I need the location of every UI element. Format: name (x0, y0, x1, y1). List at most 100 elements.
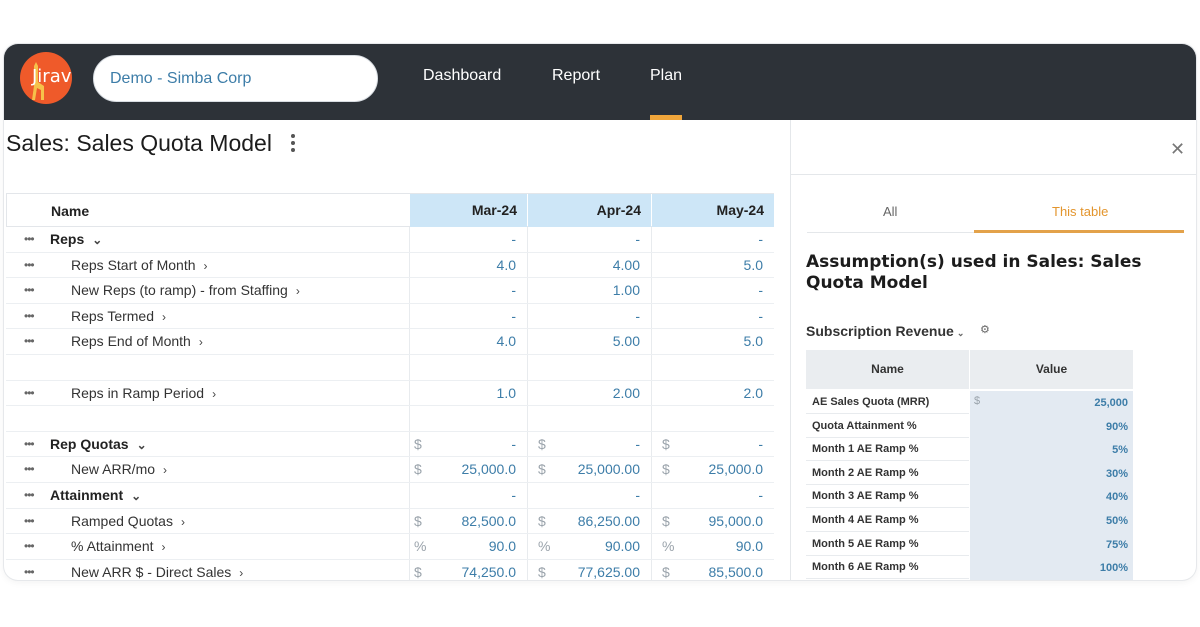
row-label[interactable]: Reps End of Month › (71, 333, 203, 349)
row-label[interactable]: Reps in Ramp Period › (71, 385, 216, 401)
row-menu-icon[interactable]: ••• (24, 514, 35, 528)
chevron-right-icon[interactable]: › (212, 387, 216, 401)
row-menu-icon[interactable]: ••• (24, 488, 35, 502)
row-menu-icon[interactable]: ••• (24, 309, 35, 323)
chevron-right-icon[interactable]: › (163, 463, 167, 477)
nav-plan[interactable]: Plan (650, 67, 682, 85)
chevron-right-icon[interactable]: › (239, 566, 243, 580)
gear-icon[interactable]: ⚙ (980, 323, 990, 336)
value-cell[interactable]: - (409, 231, 516, 247)
chevron-right-icon[interactable]: › (296, 284, 300, 298)
nav-dashboard[interactable]: Dashboard (423, 67, 501, 85)
group-row-label[interactable]: Reps ⌄ (50, 231, 102, 247)
value-cell[interactable]: 77,625.00 (527, 564, 640, 580)
value-cell[interactable]: - (651, 487, 763, 503)
value-cell[interactable]: 4.00 (527, 257, 640, 273)
row-label[interactable]: New Reps (to ramp) - from Staffing › (71, 282, 300, 298)
chevron-right-icon[interactable]: › (162, 540, 166, 554)
value-cell[interactable]: 5.0 (651, 257, 763, 273)
assumption-value[interactable]: 40% (970, 485, 1128, 509)
value-cell[interactable]: 4.0 (409, 257, 516, 273)
value-cell[interactable]: 5.0 (651, 333, 763, 349)
column-header-name[interactable]: Name (51, 203, 89, 219)
value-cell[interactable]: - (527, 231, 640, 247)
more-options-icon[interactable] (288, 134, 298, 154)
assumption-name: AE Sales Quota (MRR) (806, 391, 969, 414)
value-cell[interactable]: - (651, 231, 763, 247)
row-menu-icon[interactable]: ••• (24, 283, 35, 297)
value-cell[interactable]: 90.0 (651, 538, 763, 554)
value-cell[interactable]: - (527, 308, 640, 324)
value-cell[interactable]: 2.0 (651, 385, 763, 401)
row-label[interactable]: Reps Termed › (71, 308, 166, 324)
value-cell[interactable]: 25,000.0 (651, 461, 764, 477)
chevron-right-icon[interactable]: › (204, 259, 208, 273)
row-menu-icon[interactable]: ••• (24, 437, 35, 451)
assumption-name: Month 1 AE Ramp % (806, 438, 969, 462)
assumption-row: Month 6 AE Ramp % 100% (806, 556, 1133, 580)
row-label[interactable]: % Attainment › (71, 538, 166, 554)
chevron-down-icon[interactable]: ⌄ (137, 438, 147, 452)
nav-report[interactable]: Report (552, 67, 600, 85)
value-cell[interactable]: - (527, 487, 640, 503)
chevron-right-icon[interactable]: › (162, 310, 166, 324)
value-cell[interactable]: 95,000.0 (651, 513, 764, 529)
assumption-value[interactable]: 5% (970, 438, 1128, 462)
column-header-apr-24[interactable]: Apr-24 (528, 194, 651, 227)
value-cell[interactable]: 1.0 (409, 385, 516, 401)
value-cell[interactable]: 2.00 (527, 385, 640, 401)
value-cell[interactable]: 90.00 (527, 538, 640, 554)
grid-header-row: Name Mar-24 Apr-24 May-24 (6, 193, 774, 227)
value-cell[interactable]: 90.0 (409, 538, 516, 554)
value-cell[interactable]: 1.00 (527, 282, 640, 298)
row-label[interactable]: Ramped Quotas › (71, 513, 185, 529)
row-menu-icon[interactable]: ••• (24, 565, 35, 579)
value-cell[interactable]: 74,250.0 (409, 564, 517, 580)
assumption-value[interactable]: 100% (970, 556, 1128, 580)
value-cell[interactable]: 4.0 (409, 333, 516, 349)
value-cell[interactable]: - (651, 282, 763, 298)
group-row-label[interactable]: Attainment ⌄ (50, 487, 141, 503)
assumption-value[interactable]: 25,000 (970, 391, 1128, 415)
value-cell[interactable]: - (527, 436, 640, 452)
value-cell[interactable]: 25,000.0 (409, 461, 517, 477)
chevron-right-icon[interactable]: › (181, 515, 185, 529)
value-cell[interactable]: - (409, 487, 516, 503)
value-cell[interactable]: - (651, 436, 763, 452)
assumption-value[interactable]: 75% (970, 533, 1128, 557)
tab-all[interactable]: All (883, 204, 897, 219)
value-cell[interactable]: 82,500.0 (409, 513, 517, 529)
row-menu-icon[interactable]: ••• (24, 258, 35, 272)
row-menu-icon[interactable]: ••• (24, 386, 35, 400)
value-cell[interactable]: - (651, 308, 763, 324)
jirav-logo[interactable]: Jirav (20, 52, 72, 104)
group-row-label[interactable]: Rep Quotas ⌄ (50, 436, 147, 452)
assumption-value[interactable]: 90% (970, 415, 1128, 439)
row-label[interactable]: New ARR $ - Direct Sales › (71, 564, 243, 580)
value-cell[interactable]: 5.00 (527, 333, 640, 349)
value-cell[interactable]: - (409, 436, 516, 452)
value-cell[interactable]: 86,250.00 (527, 513, 640, 529)
assumption-value[interactable]: 30% (970, 462, 1128, 486)
column-header-may-24[interactable]: May-24 (652, 194, 774, 227)
value-cell[interactable]: - (409, 282, 516, 298)
close-icon[interactable]: ✕ (1170, 139, 1185, 160)
section-subscription-revenue[interactable]: Subscription Revenue ⌄ (806, 323, 964, 339)
assumption-row: Quota Attainment % 90% (806, 414, 1133, 439)
row-menu-icon[interactable]: ••• (24, 232, 35, 246)
value-cell[interactable]: 85,500.0 (651, 564, 764, 580)
assumption-value[interactable]: 50% (970, 509, 1128, 533)
value-cell[interactable]: 25,000.00 (527, 461, 640, 477)
row-label[interactable]: Reps Start of Month › (71, 257, 208, 273)
row-menu-icon[interactable]: ••• (24, 462, 35, 476)
tab-this-table[interactable]: This table (1052, 204, 1108, 219)
company-selector[interactable]: Demo - Simba Corp (93, 55, 378, 102)
row-menu-icon[interactable]: ••• (24, 539, 35, 553)
row-label[interactable]: New ARR/mo › (71, 461, 167, 477)
chevron-down-icon[interactable]: ⌄ (92, 233, 102, 247)
value-cell[interactable]: - (409, 308, 516, 324)
column-header-mar-24[interactable]: Mar-24 (410, 194, 527, 227)
chevron-right-icon[interactable]: › (199, 335, 203, 349)
chevron-down-icon[interactable]: ⌄ (131, 489, 141, 503)
row-menu-icon[interactable]: ••• (24, 334, 35, 348)
